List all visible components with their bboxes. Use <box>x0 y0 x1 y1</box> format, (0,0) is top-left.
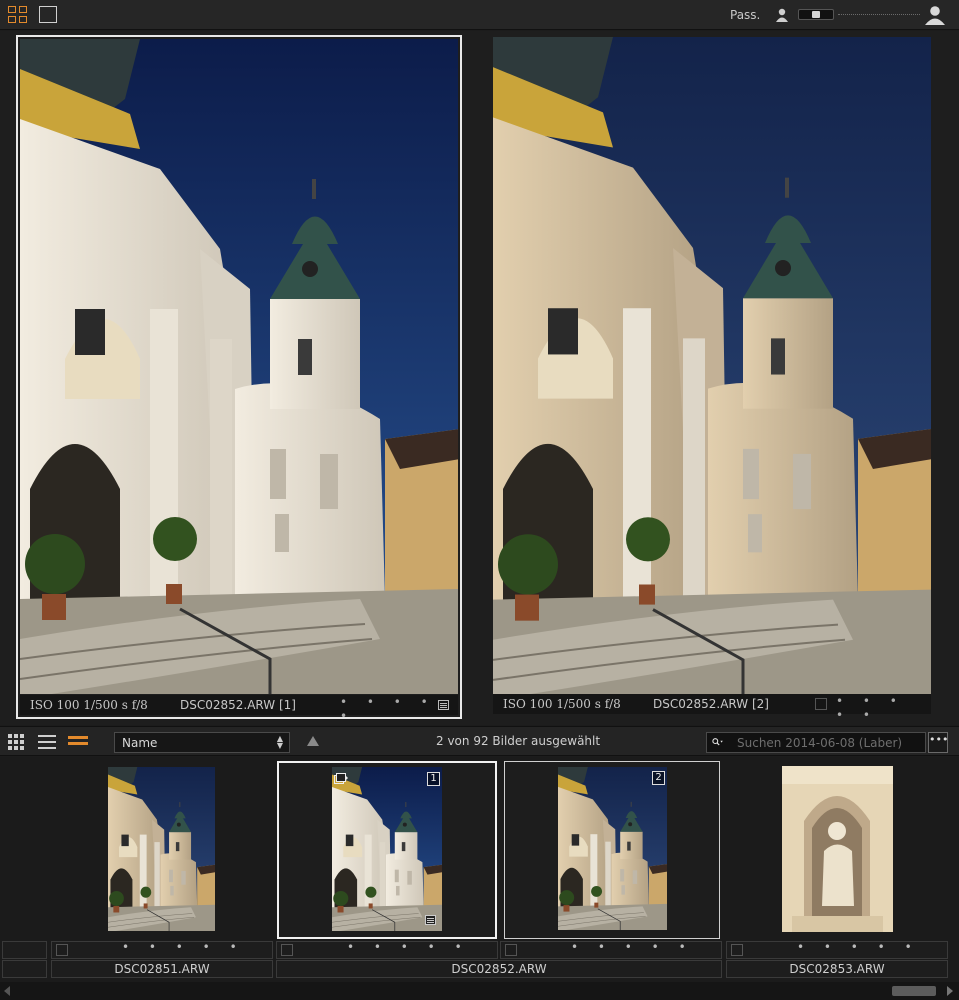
filename-row <box>2 960 47 978</box>
search-box[interactable] <box>706 732 926 753</box>
more-options-button[interactable]: ••• <box>928 732 948 753</box>
filmstrip-toolbar: Name ▲▼ 2 von 92 Bilder ausgewählt ••• <box>0 726 959 756</box>
exif-meta: ISO 100 1/500 s f/8 <box>503 697 621 711</box>
note-icon[interactable] <box>438 700 449 710</box>
select-checkbox[interactable] <box>56 944 68 956</box>
thumbnail-image[interactable] <box>108 767 215 931</box>
rating-dots[interactable]: • • • • • <box>122 940 245 954</box>
filename: DSC02852.ARW [2] <box>653 697 769 711</box>
rating-row: • • • • • <box>500 940 722 959</box>
filename: DSC02852.ARW [1] <box>180 698 296 712</box>
list-view-icon[interactable] <box>38 734 56 750</box>
note-icon[interactable] <box>425 915 436 925</box>
select-checkbox[interactable] <box>505 944 517 956</box>
select-checkbox[interactable] <box>731 944 743 956</box>
scroll-left-arrow-icon[interactable] <box>4 986 10 996</box>
rating-row: • • • • • <box>726 940 948 959</box>
rating-row <box>2 941 47 959</box>
sort-direction-icon[interactable] <box>307 736 319 746</box>
thumbnail-grid-icon[interactable] <box>8 734 26 750</box>
rating-dots[interactable]: • • • • • <box>571 940 694 954</box>
filmstrip-scrollbar[interactable] <box>0 982 959 1000</box>
info-bar-right: ISO 100 1/500 s f/8 DSC02852.ARW [2] • •… <box>493 694 931 722</box>
top-toolbar: Pass. <box>0 0 959 30</box>
scroll-right-arrow-icon[interactable] <box>947 986 953 996</box>
thumbnail-image[interactable] <box>558 767 667 930</box>
sort-select[interactable]: Name ▲ ▼ <box>114 732 290 753</box>
size-slider-thumb[interactable] <box>812 11 820 18</box>
rating-row: • • • • • <box>51 940 273 959</box>
thumbnail-image[interactable] <box>782 766 893 932</box>
photo-left <box>20 39 458 694</box>
filename-label: DSC02853.ARW <box>726 960 948 978</box>
compare-index-badge: 2 <box>652 771 665 785</box>
search-icon[interactable] <box>712 736 724 748</box>
rating-dots[interactable]: • • • • • <box>347 940 470 954</box>
person-small-icon <box>776 8 788 22</box>
filmstrip: 1 2 • • • • • • • • • • • • • • • • • • … <box>0 757 959 1000</box>
filename-label: DSC02851.ARW <box>51 960 273 978</box>
photo-right <box>493 37 931 695</box>
select-checkbox[interactable] <box>281 944 293 956</box>
filename-label: DSC02852.ARW <box>276 960 722 978</box>
thumbnail-cell-selected-2[interactable]: 2 <box>504 761 720 939</box>
rating-dots[interactable]: • • • • • <box>797 940 920 954</box>
compare-viewer-left[interactable]: ISO 100 1/500 s f/8 DSC02852.ARW [1] • •… <box>16 35 462 723</box>
select-checkbox[interactable] <box>815 698 827 710</box>
compare-grid-view-icon[interactable] <box>8 6 28 24</box>
stack-icon[interactable] <box>334 773 348 784</box>
rating-dots[interactable]: • • • • • <box>836 694 931 722</box>
thumbnail-image[interactable] <box>332 767 442 931</box>
pass-label: Pass. <box>730 8 761 22</box>
compare-viewer-right[interactable]: ISO 100 1/500 s f/8 DSC02852.ARW [2] • •… <box>493 37 939 722</box>
size-slider-ticks <box>838 14 920 15</box>
exif-meta: ISO 100 1/500 s f/8 <box>30 698 148 712</box>
scroll-thumb[interactable] <box>892 986 936 996</box>
single-view-icon[interactable] <box>39 6 57 23</box>
filmstrip-view-icon[interactable] <box>68 736 88 748</box>
selection-status: 2 von 92 Bilder ausgewählt <box>436 734 601 748</box>
search-input[interactable] <box>737 735 922 751</box>
updown-arrows-icon: ▲ ▼ <box>276 734 283 750</box>
info-bar-left: ISO 100 1/500 s f/8 DSC02852.ARW [1] • •… <box>20 695 458 723</box>
thumbnail-cell-selected-1[interactable]: 1 <box>277 761 497 939</box>
sort-select-value: Name <box>122 736 158 750</box>
rating-row: • • • • • <box>276 940 498 959</box>
person-large-icon <box>925 6 945 25</box>
compare-index-badge: 1 <box>427 772 440 786</box>
